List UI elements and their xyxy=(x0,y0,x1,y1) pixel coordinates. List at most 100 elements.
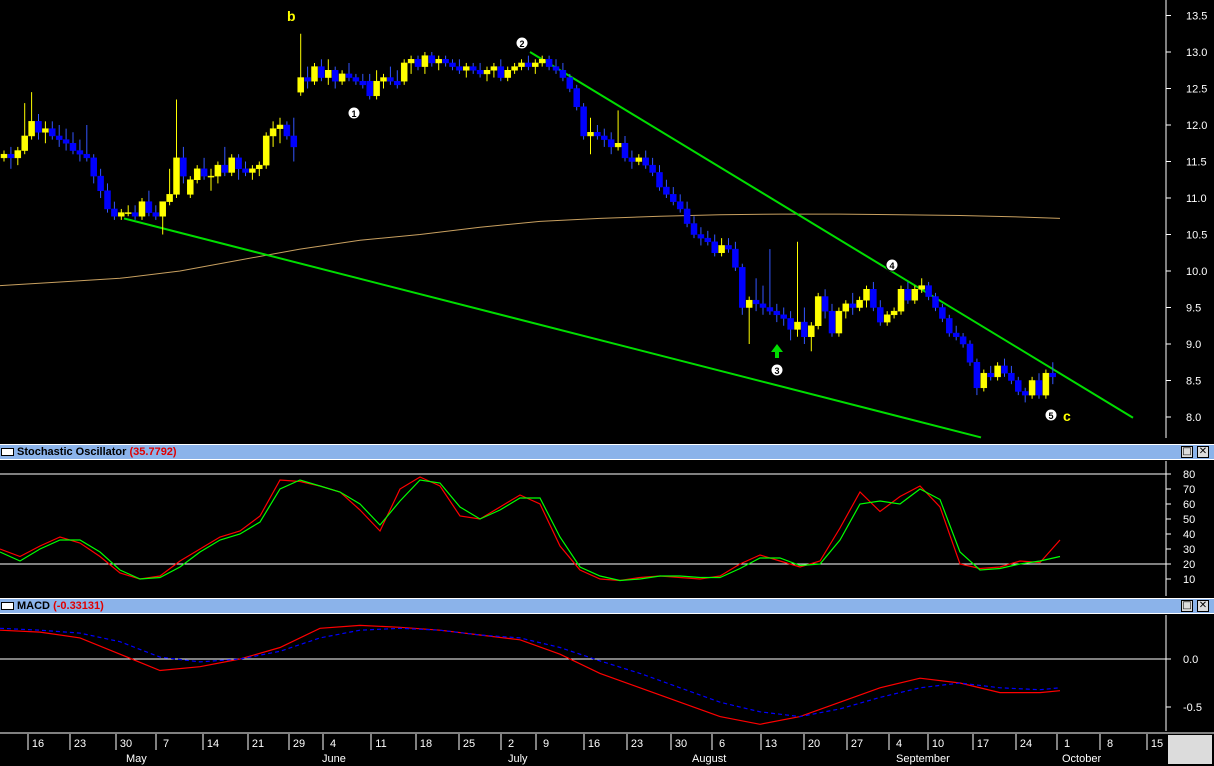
candle-body xyxy=(1028,380,1036,396)
candle-body xyxy=(814,296,822,326)
candle-body xyxy=(676,201,684,210)
close-icon[interactable]: ✕ xyxy=(1197,600,1209,612)
candle-body xyxy=(235,157,242,170)
candle-body xyxy=(752,299,760,305)
candle-body xyxy=(435,59,442,64)
candle-body xyxy=(297,77,304,93)
price-tick-label: 8.0 xyxy=(1186,412,1201,424)
candle-body xyxy=(939,307,946,319)
stochastic-value: (35.7792) xyxy=(129,446,177,458)
candle-body xyxy=(835,310,843,334)
wave-label-b: b xyxy=(287,8,296,24)
candle-body xyxy=(221,164,229,173)
candle-body xyxy=(607,139,615,148)
candle-body xyxy=(628,157,636,162)
candle-body xyxy=(490,66,498,71)
candle-body xyxy=(338,73,346,82)
candle-body xyxy=(621,143,629,159)
candle-body xyxy=(904,289,912,301)
date-tick-label: 7 xyxy=(163,738,169,750)
date-tick-label: 23 xyxy=(631,738,643,750)
candle-body xyxy=(787,318,794,330)
candle-body xyxy=(911,289,919,301)
candle-body xyxy=(283,124,291,137)
candle-body xyxy=(994,365,1001,378)
candle-body xyxy=(732,248,739,268)
candle-body xyxy=(62,139,70,144)
candle-body xyxy=(890,310,898,316)
stoch-tick-label: 20 xyxy=(1183,559,1195,571)
date-tick-label: 14 xyxy=(207,738,219,750)
candle-body xyxy=(1021,391,1029,396)
month-label: May xyxy=(126,753,147,765)
candle-body xyxy=(856,299,863,308)
stoch-tick-label: 80 xyxy=(1183,469,1195,481)
candle-body xyxy=(207,175,215,178)
price-tick-label: 10.5 xyxy=(1186,230,1207,242)
maximize-icon[interactable]: □ xyxy=(1181,600,1193,612)
candle-body xyxy=(387,77,394,82)
candle-body xyxy=(697,234,705,239)
macd-tick-label: 0.0 xyxy=(1183,654,1198,666)
candle-body xyxy=(400,62,408,82)
candle-body xyxy=(1008,372,1015,381)
candle-body xyxy=(428,55,436,64)
candle-body xyxy=(718,245,725,253)
candle-body xyxy=(69,143,77,151)
candle-body xyxy=(538,59,546,64)
macd-tick-label: -0.5 xyxy=(1183,702,1202,714)
axis-corner xyxy=(1168,735,1212,764)
maximize-icon[interactable]: □ xyxy=(1181,446,1193,458)
date-tick-label: 6 xyxy=(719,738,725,750)
candle-body xyxy=(518,62,525,67)
upper-trendline xyxy=(529,51,1134,419)
candle-body xyxy=(497,66,505,78)
candle-body xyxy=(359,80,367,86)
candle-body xyxy=(808,325,815,337)
candle-body xyxy=(959,336,967,345)
candle-body xyxy=(118,212,125,217)
candle-body xyxy=(552,66,560,71)
candle-body xyxy=(642,157,649,166)
candle-body xyxy=(463,66,470,71)
candle-body xyxy=(145,201,153,213)
candle-body xyxy=(601,135,608,140)
candle-body xyxy=(90,157,97,177)
candle-body xyxy=(766,307,774,312)
candle-body xyxy=(545,59,553,67)
candle-body xyxy=(49,128,56,137)
wave-count-label: 4 xyxy=(889,261,894,271)
candle-body xyxy=(918,285,925,290)
month-label: August xyxy=(692,753,726,765)
price-tick-label: 10.0 xyxy=(1186,266,1207,278)
stoch-tick-label: 50 xyxy=(1183,514,1195,526)
date-tick-label: 10 xyxy=(932,738,944,750)
candle-body xyxy=(511,66,518,71)
stoch-d-line xyxy=(0,479,1061,582)
candle-body xyxy=(166,194,173,202)
candle-body xyxy=(366,80,373,97)
candle-body xyxy=(532,62,539,67)
candle-body xyxy=(863,289,870,301)
candle-body xyxy=(952,332,960,337)
macd-signal-line xyxy=(0,627,1061,718)
candle-body xyxy=(21,135,28,151)
date-tick-label: 1 xyxy=(1064,738,1070,750)
wave-count-label: 5 xyxy=(1048,411,1053,421)
candle-body xyxy=(773,310,781,316)
candle-body xyxy=(152,212,160,217)
candle-body xyxy=(966,343,974,363)
candle-body xyxy=(870,289,877,308)
candle-body xyxy=(42,128,49,133)
date-tick-label: 8 xyxy=(1107,738,1113,750)
candle-body xyxy=(580,106,587,137)
candle-body xyxy=(946,318,953,334)
date-tick-label: 2 xyxy=(508,738,514,750)
candle-body xyxy=(394,80,401,86)
candle-body xyxy=(138,201,146,217)
candle-body xyxy=(0,153,8,159)
candle-body xyxy=(1042,372,1050,396)
date-tick-label: 17 xyxy=(977,738,989,750)
candle-body xyxy=(828,310,836,334)
close-icon[interactable]: ✕ xyxy=(1197,446,1209,458)
